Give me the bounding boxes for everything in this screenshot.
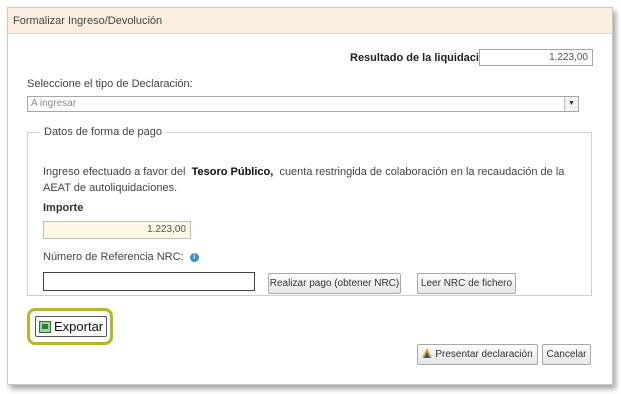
presentar-button[interactable]: Presentar declaración <box>417 344 538 365</box>
info-icon[interactable]: i <box>189 252 199 262</box>
importe-field: 1.223,00 <box>43 221 191 239</box>
formalizar-dialog: Formalizar Ingreso/Devolución Resultado … <box>7 7 613 385</box>
dialog-title: Formalizar Ingreso/Devolución <box>8 8 612 34</box>
nrc-input[interactable] <box>43 272 255 291</box>
info-bold: Tesoro Público, <box>191 166 274 178</box>
payment-section-legend: Datos de forma de pago <box>40 126 167 138</box>
nrc-label-row: Número de Referencia NRC: i <box>43 251 199 263</box>
cancel-button[interactable]: Cancelar <box>542 344 591 365</box>
payment-data-section: Datos de forma de pago Ingreso efectuado… <box>27 126 592 296</box>
result-label: Resultado de la liquidación <box>350 52 493 64</box>
presentar-label: Presentar declaración <box>435 349 533 360</box>
export-label: Exportar <box>54 319 104 334</box>
payment-info-text: Ingreso efectuado a favor del Tesoro Púb… <box>43 164 573 196</box>
result-value-field: 1.223,00 <box>479 49 593 66</box>
nrc-label: Número de Referencia NRC: <box>43 251 184 263</box>
presentar-icon <box>422 348 433 358</box>
chevron-down-icon[interactable]: ▼ <box>564 97 578 111</box>
declaration-type-label: Seleccione el tipo de Declaración: <box>27 78 193 90</box>
export-highlight: Exportar <box>27 308 113 345</box>
declaration-type-select[interactable]: A ingresar ▼ <box>27 96 579 112</box>
importe-label: Importe <box>43 202 84 214</box>
realizar-pago-button[interactable]: Realizar pago (obtener NRC) <box>268 273 401 294</box>
declaration-type-value: A ingresar <box>31 98 77 109</box>
export-icon <box>39 321 51 333</box>
info-prefix: Ingreso efectuado a favor del <box>43 166 186 178</box>
export-button[interactable]: Exportar <box>35 316 107 337</box>
leer-nrc-button[interactable]: Leer NRC de fichero <box>417 273 516 294</box>
